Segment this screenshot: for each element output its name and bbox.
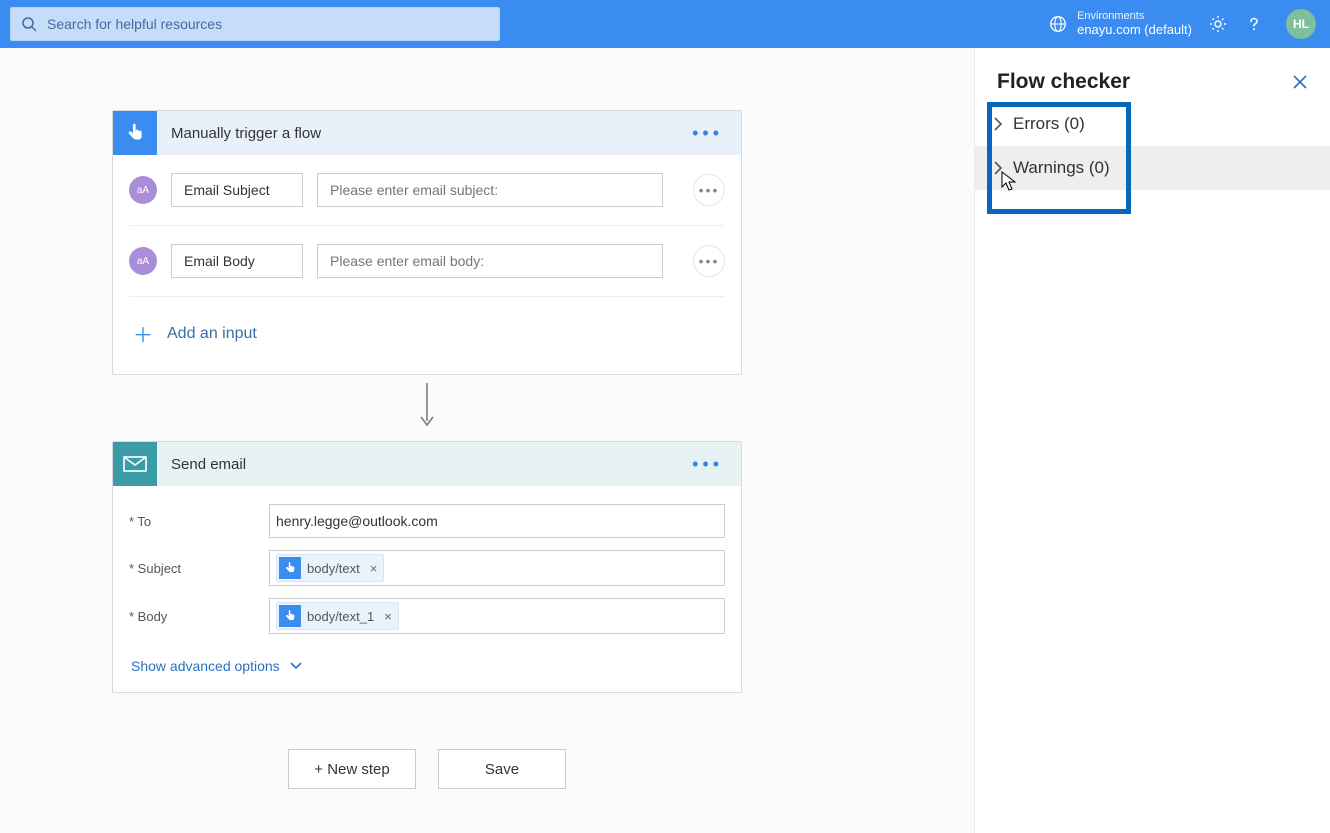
input-row-menu[interactable]: ••• (693, 245, 725, 277)
new-step-button[interactable]: + New step (288, 749, 416, 789)
action-card: Send email ••• * To henry.legge@outlook.… (112, 441, 742, 693)
environment-label: Environments (1077, 10, 1192, 23)
environment-name: enayu.com (default) (1077, 23, 1192, 38)
token-text: body/text (307, 561, 360, 576)
input-prompt-field[interactable] (317, 244, 663, 278)
field-row-to: * To henry.legge@outlook.com (129, 498, 725, 544)
dynamic-token[interactable]: body/text_1 × (276, 602, 399, 630)
to-input[interactable]: henry.legge@outlook.com (269, 504, 725, 538)
add-input-label: Add an input (167, 325, 257, 343)
input-name-field[interactable]: Email Subject (171, 173, 303, 207)
add-input-button[interactable]: ＋ Add an input (129, 297, 725, 374)
input-name-field[interactable]: Email Body (171, 244, 303, 278)
action-title: Send email (171, 456, 246, 473)
warnings-label: Warnings (0) (1013, 158, 1110, 178)
topbar: Environments enayu.com (default) HL (0, 0, 1330, 48)
trigger-card: Manually trigger a flow ••• aA Email Sub… (112, 110, 742, 375)
dynamic-token[interactable]: body/text × (276, 554, 384, 582)
topbar-right: Environments enayu.com (default) HL (1049, 9, 1324, 39)
subject-label: * Subject (129, 561, 269, 576)
to-value: henry.legge@outlook.com (276, 513, 438, 529)
warnings-row[interactable]: Warnings (0) (975, 146, 1330, 190)
chevron-right-icon (993, 161, 1003, 175)
search-input[interactable] (47, 16, 489, 32)
subject-input[interactable]: body/text × (269, 550, 725, 586)
search-icon (21, 16, 37, 32)
token-remove-icon[interactable]: × (366, 561, 378, 576)
input-row-menu[interactable]: ••• (693, 174, 725, 206)
globe-icon (1049, 15, 1067, 33)
errors-row[interactable]: Errors (0) (975, 102, 1330, 146)
text-type-icon: aA (129, 247, 157, 275)
flow-checker-panel: Flow checker Errors (0) Warnings (0) (974, 48, 1330, 833)
trigger-input-row: aA Email Subject ••• (129, 155, 725, 226)
token-text: body/text_1 (307, 609, 374, 624)
environment-picker[interactable]: Environments enayu.com (default) (1049, 10, 1192, 38)
token-remove-icon[interactable]: × (380, 609, 392, 624)
avatar[interactable]: HL (1286, 9, 1316, 39)
field-row-body: * Body body/text_1 × (129, 592, 725, 640)
action-header[interactable]: Send email ••• (113, 442, 741, 486)
trigger-input-row: aA Email Body ••• (129, 226, 725, 297)
settings-icon[interactable] (1208, 14, 1228, 34)
body-label: * Body (129, 609, 269, 624)
action-menu-button[interactable]: ••• (682, 454, 733, 475)
errors-label: Errors (0) (1013, 114, 1085, 134)
trigger-header[interactable]: Manually trigger a flow ••• (113, 111, 741, 155)
text-type-icon: aA (129, 176, 157, 204)
trigger-title: Manually trigger a flow (171, 125, 321, 142)
manual-trigger-icon (113, 111, 157, 155)
search-box[interactable] (10, 7, 500, 41)
advanced-label: Show advanced options (131, 658, 280, 674)
plus-icon: ＋ (133, 319, 153, 348)
chevron-right-icon (993, 117, 1003, 131)
field-row-subject: * Subject body/text × (129, 544, 725, 592)
connector-arrow[interactable] (112, 375, 742, 441)
chevron-down-icon (290, 662, 302, 670)
close-icon[interactable] (1292, 74, 1308, 90)
panel-title: Flow checker (997, 70, 1130, 94)
to-label: * To (129, 514, 269, 529)
input-prompt-field[interactable] (317, 173, 663, 207)
trigger-menu-button[interactable]: ••• (682, 123, 733, 144)
mail-icon (113, 442, 157, 486)
manual-trigger-icon (279, 605, 301, 627)
body-input[interactable]: body/text_1 × (269, 598, 725, 634)
help-icon[interactable] (1244, 14, 1264, 34)
show-advanced-link[interactable]: Show advanced options (129, 644, 725, 692)
manual-trigger-icon (279, 557, 301, 579)
save-button[interactable]: Save (438, 749, 566, 789)
